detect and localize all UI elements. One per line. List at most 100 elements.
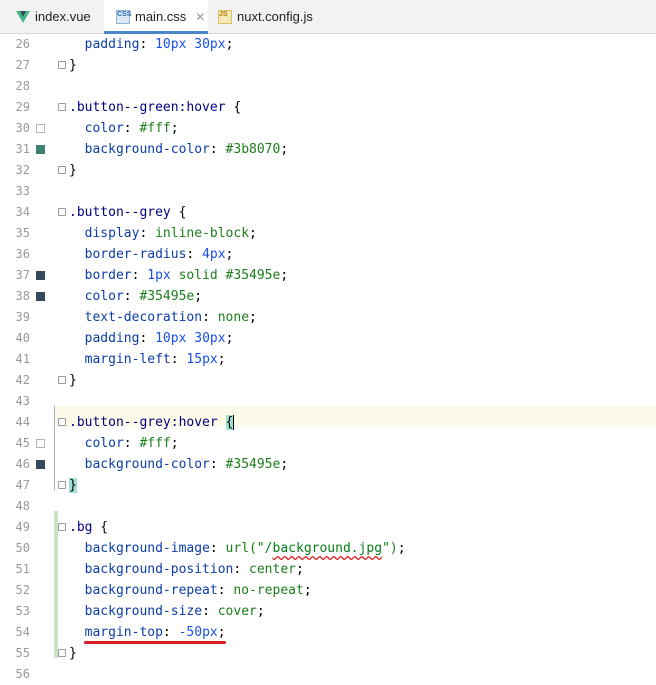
code-line[interactable]: 43 (0, 391, 656, 412)
code-editor[interactable]: 26 padding: 10px 30px; 27} 28 29 .button--gr… (0, 34, 656, 681)
code-token: } (69, 373, 77, 388)
code-token: ; (225, 331, 234, 346)
code-line[interactable]: 52 background-repeat: no-repeat; (0, 580, 656, 601)
code-token: ; (249, 310, 257, 325)
code-token: padding (69, 37, 140, 52)
tab-index-vue[interactable]: index.vue (0, 0, 104, 33)
line-number: 47 (15, 478, 30, 492)
code-token: #fff (139, 121, 171, 136)
code-line[interactable]: 50 background-image: url("/background.jp… (0, 538, 656, 559)
fold-marker-icon[interactable] (58, 481, 66, 489)
code-token: " (382, 541, 390, 556)
line-number: 49 (15, 520, 30, 534)
tab-label: main.css (135, 9, 187, 24)
code-token: .button--grey (69, 205, 171, 220)
code-text: background-position: center; (69, 559, 304, 580)
close-icon[interactable]: ✕ (195, 10, 205, 24)
code-token: background-image (69, 541, 210, 556)
code-token: #fff (139, 436, 171, 451)
matched-brace: { (225, 415, 234, 430)
code-token: { (170, 205, 187, 220)
code-token: ; (397, 541, 406, 556)
color-swatch-icon[interactable] (36, 460, 45, 469)
code-token: : (209, 142, 226, 157)
code-line[interactable]: 55} (0, 643, 656, 664)
code-line[interactable]: 54 margin-top: -50px; (0, 622, 656, 643)
code-token: "/ (256, 541, 273, 556)
code-line[interactable]: 53 background-size: cover; (0, 601, 656, 622)
fold-marker-icon[interactable] (58, 523, 66, 531)
fold-marker-icon[interactable] (58, 418, 66, 426)
code-line[interactable]: 51 background-position: center; (0, 559, 656, 580)
code-token: .button--green:hover (69, 100, 226, 115)
code-text: background-image: url("/background.jpg")… (69, 538, 406, 559)
code-line[interactable]: 33 (0, 181, 656, 202)
text-caret (233, 415, 235, 430)
code-line[interactable]: 40 padding: 10px 30px; (0, 328, 656, 349)
line-number: 31 (15, 142, 30, 156)
tab-main-css[interactable]: CSS main.css ✕ (104, 0, 208, 34)
code-line[interactable]: 28 (0, 76, 656, 97)
line-number: 51 (15, 562, 30, 576)
code-line[interactable]: 34 .button--grey { (0, 202, 656, 223)
code-token: 4 (202, 247, 210, 262)
code-token: ; (217, 625, 226, 640)
code-line[interactable]: 37 border: 1px solid #35495e; (0, 265, 656, 286)
code-token: 10 (155, 331, 171, 346)
code-text: text-decoration: none; (69, 307, 257, 328)
code-line[interactable]: 47} (0, 475, 656, 496)
code-line[interactable]: 35 display: inline-block; (0, 223, 656, 244)
color-swatch-icon[interactable] (36, 271, 45, 280)
code-line[interactable]: 36 border-radius: 4px; (0, 244, 656, 265)
color-swatch-icon[interactable] (36, 292, 45, 301)
fold-marker-icon[interactable] (58, 649, 66, 657)
fold-marker-icon[interactable] (58, 376, 66, 384)
code-token: px (170, 331, 195, 346)
code-line[interactable]: 56 (0, 664, 656, 685)
code-token: : (233, 562, 250, 577)
color-swatch-icon[interactable] (36, 439, 45, 448)
line-number: 32 (15, 163, 30, 177)
code-token: } (69, 163, 77, 178)
code-token: background-repeat (69, 583, 218, 598)
line-number: 48 (15, 499, 30, 513)
fold-marker-icon[interactable] (58, 208, 66, 216)
code-line[interactable]: 48 (0, 496, 656, 517)
code-line[interactable]: 44 .button--grey:hover { (0, 412, 656, 433)
code-line[interactable]: 31 background-color: #3b8070; (0, 139, 656, 160)
code-token: ; (194, 289, 203, 304)
code-text: background-repeat: no-repeat; (69, 580, 312, 601)
code-token: url( (225, 541, 257, 556)
code-line[interactable]: 32} (0, 160, 656, 181)
line-number: 43 (15, 394, 30, 408)
code-line[interactable]: 38 color: #35495e; (0, 286, 656, 307)
code-token: text-decoration (69, 310, 203, 325)
code-token: margin-top (69, 625, 163, 640)
code-line[interactable]: 41 margin-left: 15px; (0, 349, 656, 370)
line-number: 36 (15, 247, 30, 261)
line-number: 46 (15, 457, 30, 471)
code-line[interactable]: 27} (0, 55, 656, 76)
code-line[interactable]: 29 .button--green:hover { (0, 97, 656, 118)
fold-marker-icon[interactable] (58, 61, 66, 69)
code-text: border-radius: 4px; (69, 244, 234, 265)
color-swatch-icon[interactable] (36, 145, 45, 154)
code-line[interactable]: 49 .bg { (0, 517, 656, 538)
code-token: ; (249, 226, 257, 241)
code-line[interactable]: 46 background-color: #35495e; (0, 454, 656, 475)
code-token: background-size (69, 604, 203, 619)
code-line[interactable]: 30 color: #fff; (0, 118, 656, 139)
code-text: padding: 10px 30px; (69, 34, 234, 55)
code-token: 30 (194, 331, 210, 346)
fold-marker-icon[interactable] (58, 166, 66, 174)
tab-nuxt-config-js[interactable]: JS nuxt.config.js (208, 0, 348, 33)
code-line[interactable]: 45 color: #fff; (0, 433, 656, 454)
code-text: color: #35495e; (69, 286, 202, 307)
code-token: : (139, 37, 156, 52)
code-text: background-color: #3b8070; (69, 139, 289, 160)
fold-marker-icon[interactable] (58, 103, 66, 111)
code-line[interactable]: 39 text-decoration: none; (0, 307, 656, 328)
color-swatch-icon[interactable] (36, 124, 45, 133)
code-line[interactable]: 42} (0, 370, 656, 391)
code-line[interactable]: 26 padding: 10px 30px; (0, 34, 656, 55)
